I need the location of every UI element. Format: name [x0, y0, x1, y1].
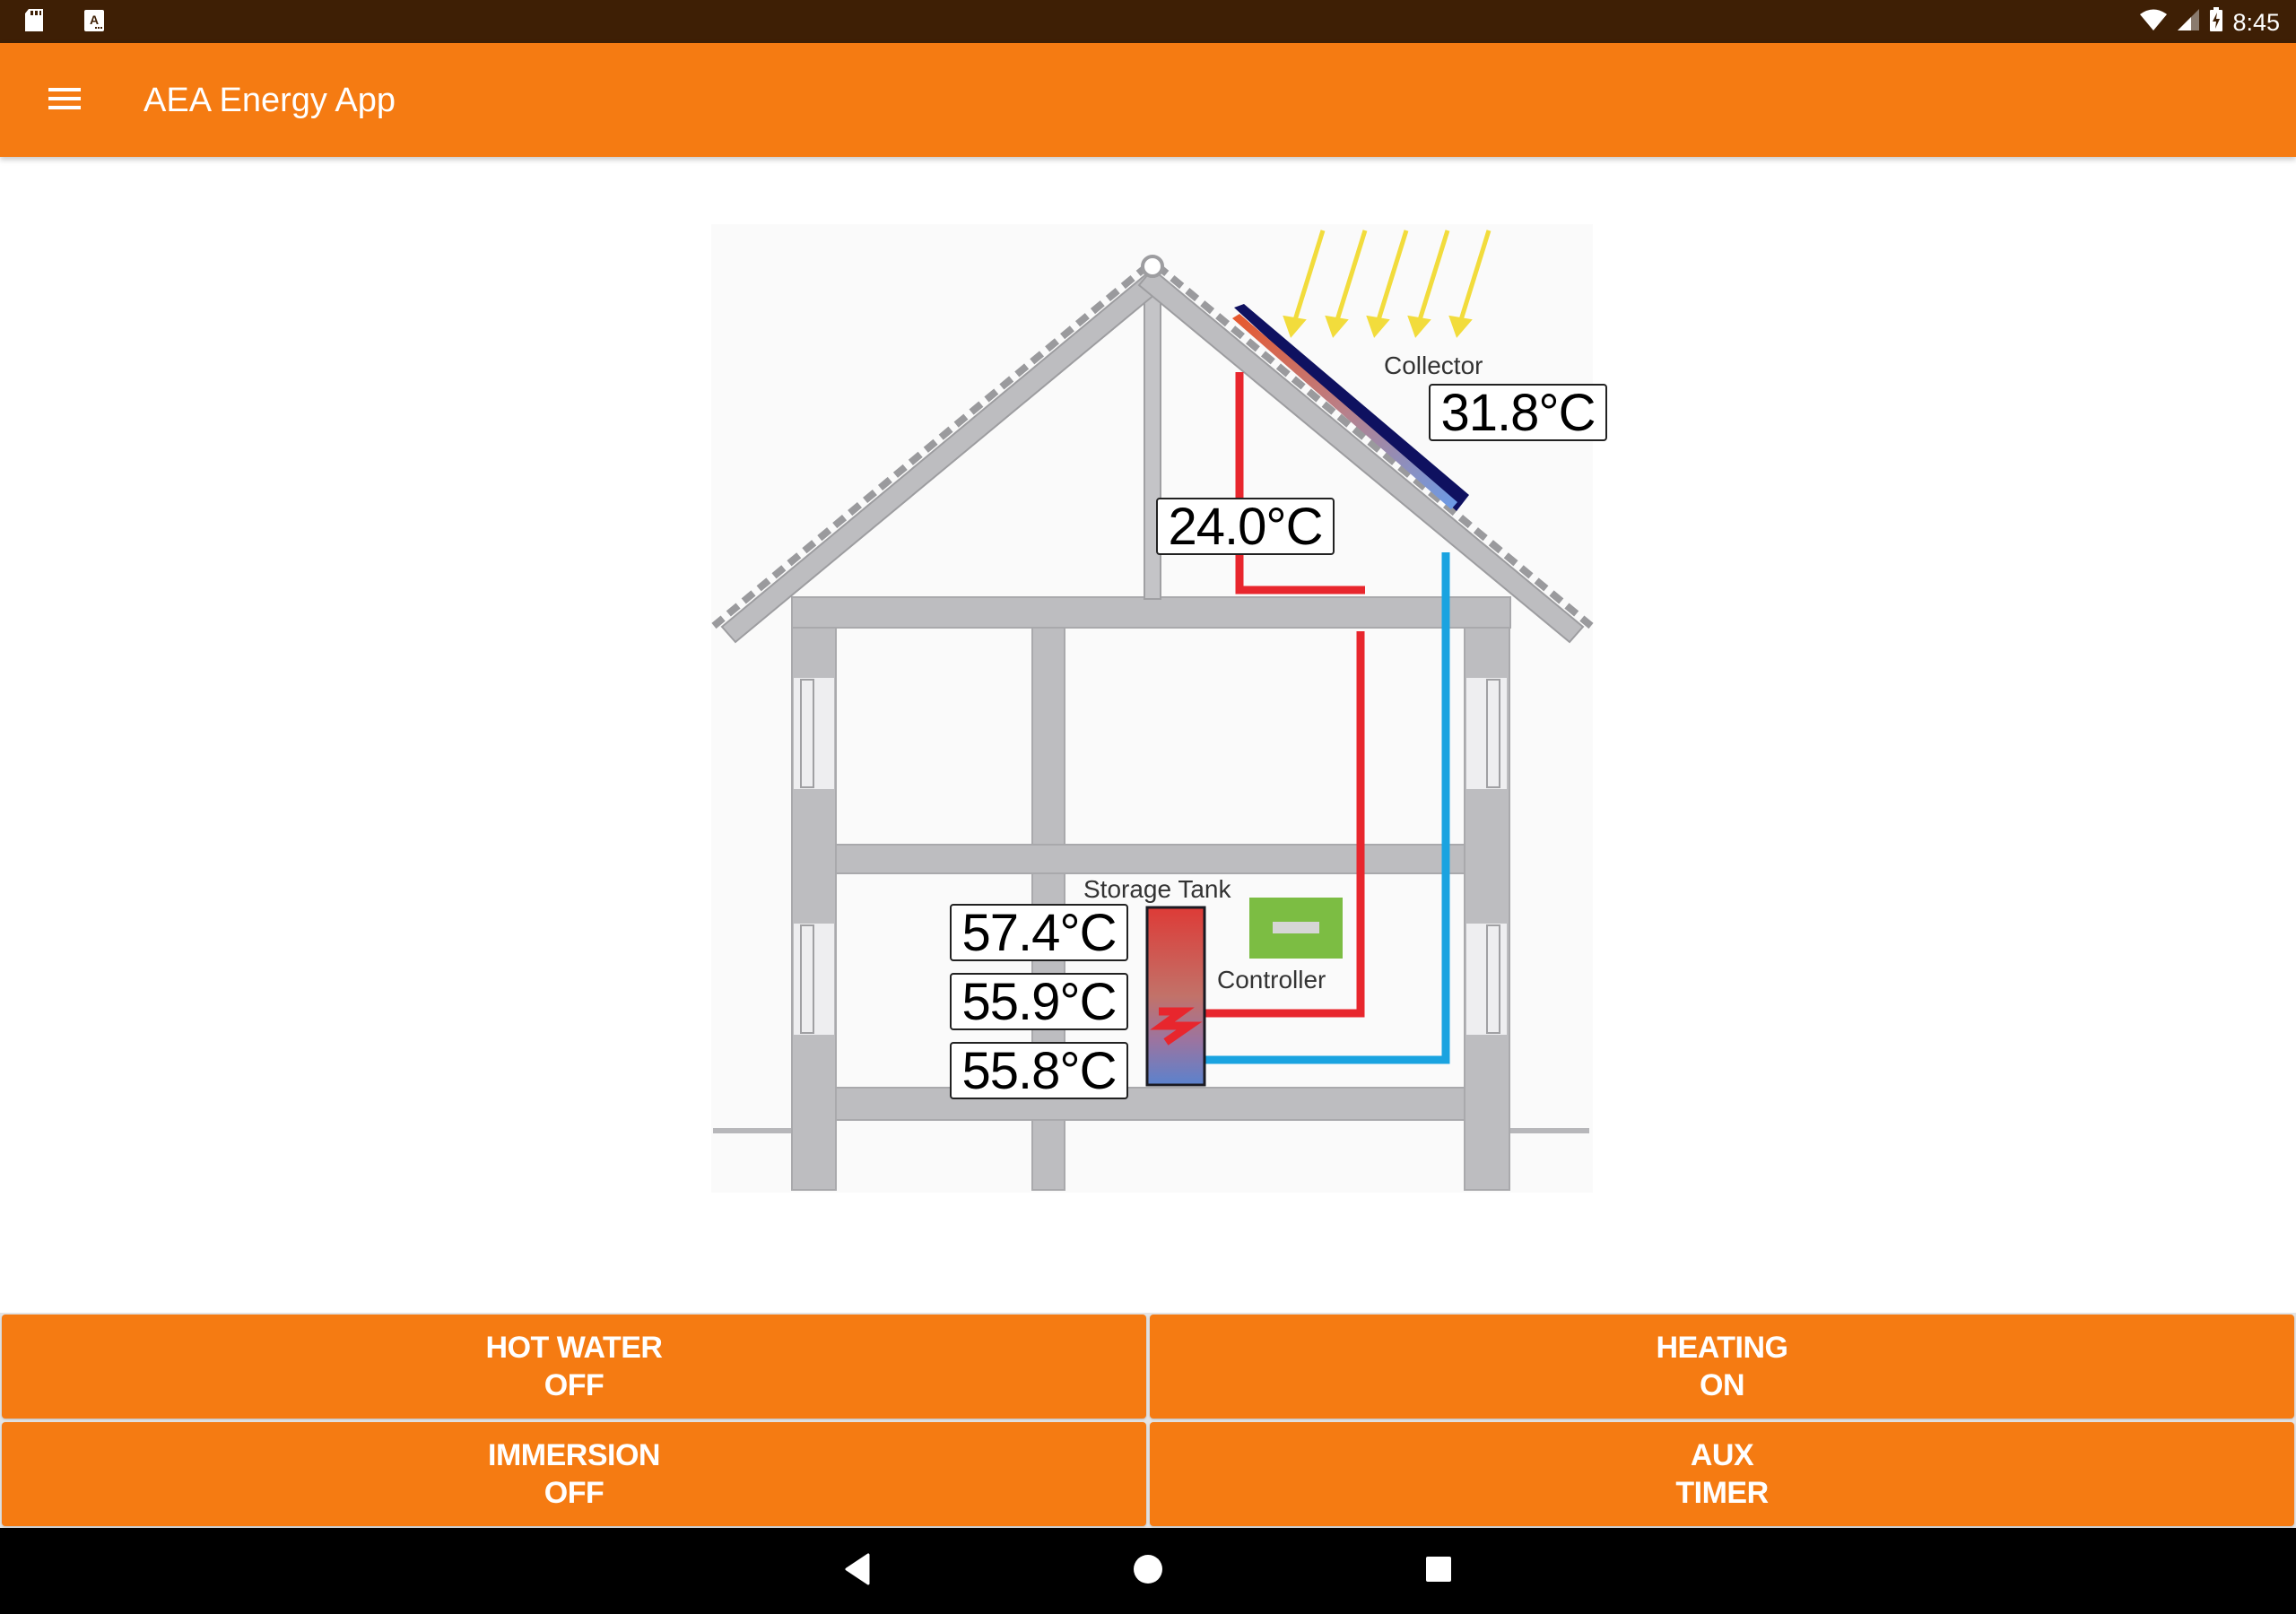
heating-state: ON [1700, 1368, 1745, 1402]
house-diagram-svg [711, 224, 1594, 1193]
controller-label: Controller [1217, 966, 1326, 994]
app-bar: AEA Energy App [0, 43, 2296, 157]
back-icon [843, 1553, 872, 1590]
text-a-icon: A [84, 10, 104, 36]
collector-temperature: 31.8°C [1429, 384, 1607, 442]
hot-water-state: OFF [544, 1368, 604, 1402]
solar-system-diagram: Collector 31.8°C 24.0°C Storage Tank 57.… [0, 157, 2296, 1314]
immersion-label: IMMERSION [488, 1438, 660, 1472]
battery-charging-icon [2209, 7, 2223, 37]
status-system: 8:45 [2139, 7, 2280, 37]
tank-top-temperature: 57.4°C [950, 904, 1128, 962]
home-button[interactable] [1116, 1542, 1180, 1600]
ground-line-right [1510, 1128, 1589, 1133]
cell-signal-icon [2177, 8, 2200, 36]
hamburger-menu-icon [47, 86, 83, 116]
tank-bottom-temperature: 55.8°C [950, 1042, 1128, 1100]
wifi-icon [2139, 8, 2168, 36]
back-button[interactable] [825, 1542, 890, 1600]
immersion-state: OFF [544, 1476, 604, 1510]
collector-label: Collector [1384, 351, 1483, 379]
return-pipe-temperature: 24.0°C [1156, 498, 1335, 556]
status-bar: A 8:45 [0, 0, 2296, 43]
hot-water-label: HOT WATER [485, 1331, 663, 1365]
aux-label: AUX [1690, 1438, 1754, 1472]
status-notifications: A [23, 8, 104, 38]
heating-button[interactable]: HEATING ON [1150, 1315, 2294, 1419]
storage-tank [1145, 906, 1206, 1087]
home-icon [1133, 1554, 1163, 1589]
hot-water-button[interactable]: HOT WATER OFF [2, 1315, 1146, 1419]
heating-label: HEATING [1656, 1331, 1788, 1365]
tank-middle-temperature: 55.9°C [950, 973, 1128, 1031]
controller-unit [1249, 898, 1343, 959]
ground-line-left [713, 1128, 792, 1133]
recents-icon [1424, 1555, 1453, 1588]
svg-text:A: A [90, 13, 99, 27]
control-buttons: HOT WATER OFF HEATING ON IMMERSION OFF A… [0, 1313, 2296, 1528]
navigation-bar [0, 1528, 2296, 1614]
status-time: 8:45 [2232, 8, 2280, 36]
app-title: AEA Energy App [144, 82, 396, 119]
sd-card-icon [23, 8, 45, 38]
immersion-button[interactable]: IMMERSION OFF [2, 1422, 1146, 1526]
aux-button[interactable]: AUX TIMER [1150, 1422, 2294, 1526]
recents-button[interactable] [1406, 1542, 1471, 1600]
storage-tank-label: Storage Tank [1083, 875, 1231, 903]
menu-button[interactable] [36, 72, 93, 129]
aux-state: TIMER [1675, 1476, 1769, 1510]
